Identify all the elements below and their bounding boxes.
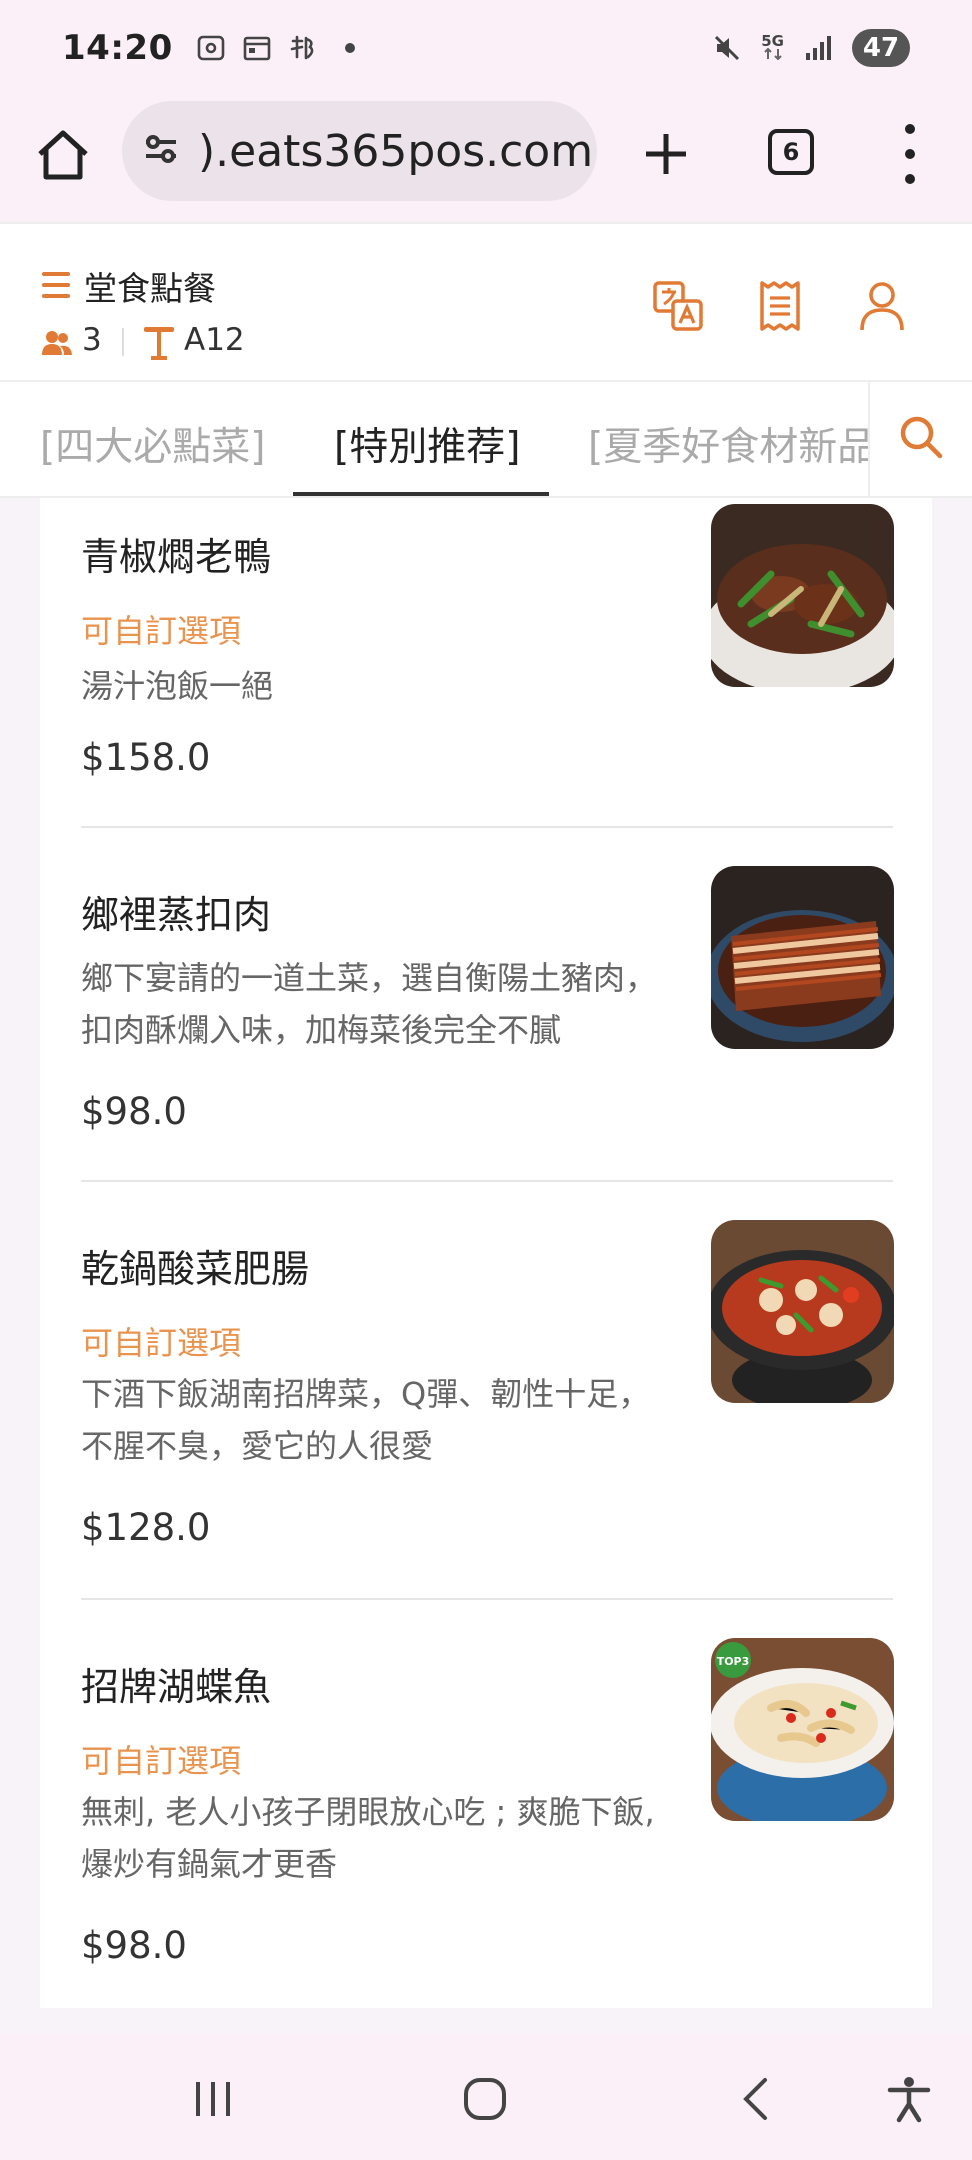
table-icon bbox=[142, 324, 176, 360]
customizable-option-label: 可自訂選項 bbox=[81, 1742, 242, 1780]
tab-special-recommend[interactable]: [特別推荐] bbox=[334, 416, 520, 472]
photo-badge: TOP3 bbox=[717, 1655, 750, 1668]
signal-icon bbox=[802, 32, 834, 64]
item-name: 乾鍋酸菜肥腸 bbox=[81, 1247, 310, 1291]
item-photo[interactable] bbox=[711, 1220, 894, 1403]
tab-summer-new[interactable]: [夏季好食材新品 bbox=[588, 416, 876, 472]
app-header: 堂食點餐 3 A12 bbox=[0, 222, 972, 382]
tab-four-must-order[interactable]: [四大必點菜] bbox=[40, 416, 265, 472]
screenshot-icon bbox=[195, 32, 227, 64]
item-price: $98.0 bbox=[81, 1924, 187, 1967]
recent-apps-icon[interactable] bbox=[188, 2074, 238, 2124]
calendar-icon bbox=[241, 32, 273, 64]
item-description: 鄉下宴請的一道土菜，選自衡陽土豬肉， 扣肉酥爛入味，加梅菜後完全不膩 bbox=[81, 959, 658, 1049]
network-type: 5G bbox=[761, 34, 784, 62]
battery-indicator: 47 bbox=[852, 29, 910, 67]
site-settings-icon[interactable] bbox=[142, 130, 180, 172]
item-photo[interactable]: TOP3 bbox=[711, 1638, 894, 1821]
category-tabs: [四大必點菜] [特別推荐] [夏季好食材新品 bbox=[0, 382, 972, 498]
customizable-option-label: 可自訂選項 bbox=[81, 1324, 242, 1362]
status-system-icons: 5G 47 bbox=[711, 29, 910, 67]
table-number: A12 bbox=[184, 322, 245, 358]
home-button-icon[interactable] bbox=[460, 2074, 510, 2124]
item-description: 湯汁泡飯一絕 bbox=[81, 667, 274, 705]
page-title[interactable]: 堂食點餐 bbox=[84, 262, 216, 310]
menu-item-list: 青椒燜老鴨 可自訂選項 湯汁泡飯一絕 $158.0 鄉裡蒸扣肉 鄉下宴請的一道土… bbox=[40, 498, 932, 2008]
item-price: $98.0 bbox=[81, 1090, 187, 1133]
url-text[interactable]: ).eats365pos.com bbox=[198, 126, 593, 177]
item-price: $128.0 bbox=[81, 1506, 211, 1549]
item-description: 無刺, 老人小孩子閉眼放心吃 ; 爽脆下飯, 爆炒有鍋氣才更香 bbox=[81, 1793, 655, 1883]
receipt-icon[interactable] bbox=[754, 280, 806, 332]
home-icon[interactable] bbox=[34, 126, 92, 184]
guests-icon bbox=[42, 330, 72, 356]
menu-item[interactable]: 招牌湖蝶魚 可自訂選項 無刺, 老人小孩子閉眼放心吃 ; 爽脆下飯, 爆炒有鍋氣… bbox=[40, 1600, 932, 2008]
active-tab-indicator bbox=[293, 492, 549, 496]
more-menu-icon[interactable] bbox=[898, 124, 922, 184]
url-bar[interactable]: ).eats365pos.com bbox=[122, 101, 597, 201]
status-notification-icons bbox=[195, 32, 355, 64]
item-name: 青椒燜老鴨 bbox=[81, 535, 272, 579]
item-photo[interactable] bbox=[711, 866, 894, 1049]
item-photo[interactable] bbox=[711, 504, 894, 687]
user-account-icon[interactable] bbox=[856, 280, 908, 332]
system-navigation-bar bbox=[0, 2034, 972, 2160]
search-icon[interactable] bbox=[898, 414, 944, 464]
more-notifications-dot bbox=[344, 43, 355, 53]
customizable-option-label: 可自訂選項 bbox=[81, 612, 242, 650]
guest-count: 3 bbox=[82, 322, 102, 358]
item-name: 招牌湖蝶魚 bbox=[81, 1665, 272, 1709]
status-time: 14:20 bbox=[62, 28, 173, 68]
translate-icon[interactable] bbox=[652, 280, 704, 332]
hamburger-menu-icon[interactable] bbox=[42, 272, 70, 298]
menu-item[interactable]: 鄉裡蒸扣肉 鄉下宴請的一道土菜，選自衡陽土豬肉， 扣肉酥爛入味，加梅菜後完全不膩… bbox=[40, 828, 932, 1182]
tab-switcher-button[interactable]: 6 bbox=[768, 129, 814, 175]
app-notification-icon bbox=[287, 32, 319, 64]
menu-item[interactable]: 青椒燜老鴨 可自訂選項 湯汁泡飯一絕 $158.0 bbox=[40, 498, 932, 828]
browser-toolbar: ).eats365pos.com 6 bbox=[0, 96, 972, 222]
back-icon[interactable] bbox=[732, 2074, 782, 2124]
header-divider bbox=[122, 328, 124, 356]
item-description: 下酒下飯湖南招牌菜，Q彈、韌性十足， 不腥不臭，愛它的人很愛 bbox=[81, 1375, 651, 1465]
new-tab-icon[interactable] bbox=[636, 124, 696, 184]
search-button[interactable] bbox=[868, 382, 972, 496]
item-price: $158.0 bbox=[81, 736, 211, 779]
item-name: 鄉裡蒸扣肉 bbox=[81, 893, 272, 937]
accessibility-icon[interactable] bbox=[884, 2074, 934, 2124]
mute-icon bbox=[711, 32, 743, 64]
menu-item[interactable]: 乾鍋酸菜肥腸 可自訂選項 下酒下飯湖南招牌菜，Q彈、韌性十足， 不腥不臭，愛它的… bbox=[40, 1182, 932, 1600]
status-bar: 14:20 5G 47 bbox=[0, 0, 972, 96]
